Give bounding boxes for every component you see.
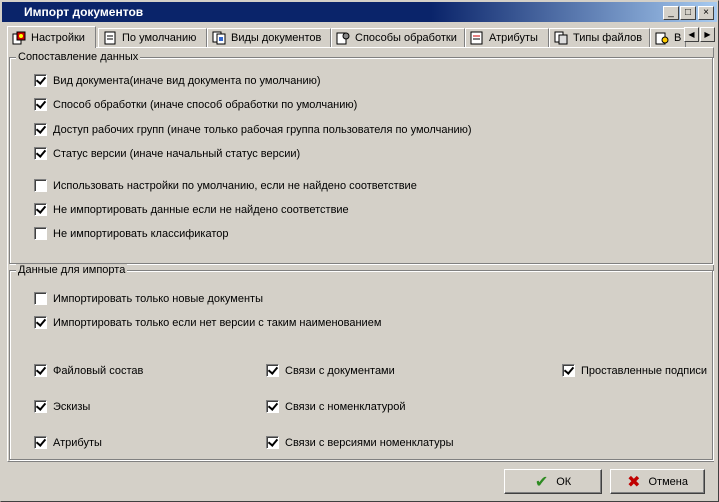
window-title: Импорт документов: [24, 5, 144, 19]
documents-icon: [212, 31, 226, 45]
tab-defaults-label: По умолчанию: [122, 32, 197, 44]
checkbox-box[interactable]: [34, 74, 47, 87]
checkbox-box[interactable]: [34, 400, 47, 413]
checkbox-nomenclature-links[interactable]: Связи с номенклатурой: [266, 400, 406, 413]
checkbox-box[interactable]: [34, 123, 47, 136]
cancel-button[interactable]: ✖ Отмена: [610, 469, 705, 494]
checkbox-processing-method[interactable]: Способ обработки (иначе способ обработки…: [34, 98, 357, 111]
checkbox-no-version-same-name[interactable]: Импортировать только если нет версии с т…: [34, 316, 381, 329]
checkbox-attributes[interactable]: Атрибуты: [34, 436, 102, 449]
group-import-data-title: Данные для импорта: [16, 264, 128, 276]
checkbox-label: Способ обработки (иначе способ обработки…: [53, 98, 358, 111]
checkbox-box[interactable]: [562, 364, 575, 377]
checkbox-box[interactable]: [266, 436, 279, 449]
cross-icon: ✖: [627, 473, 641, 491]
checkbox-skip-classifier[interactable]: Не импортировать классификатор: [34, 227, 229, 240]
checkbox-label: Статус версии (иначе начальный статус ве…: [53, 147, 301, 160]
maximize-button[interactable]: □: [680, 6, 696, 20]
tab-processing-label: Способы обработки: [355, 32, 457, 44]
tab-scroll-left-button[interactable]: ◀: [684, 27, 699, 42]
checkbox-label: Связи с номенклатурой: [285, 400, 406, 413]
tab-document-types-label: Виды документов: [231, 32, 322, 44]
checkbox-label: Использовать настройки по умолчанию, есл…: [53, 179, 417, 192]
checkbox-label: Не импортировать классификатор: [53, 227, 229, 240]
checkbox-label: Файловый состав: [53, 364, 144, 377]
checkbox-label: Не импортировать данные если не найдено …: [53, 203, 349, 216]
minimize-button[interactable]: _: [663, 6, 679, 20]
checkbox-box[interactable]: [266, 364, 279, 377]
checkbox-signatures[interactable]: Проставленные подписи: [562, 364, 707, 377]
checkbox-box[interactable]: [266, 400, 279, 413]
tab-document-types[interactable]: Виды документов: [207, 28, 331, 47]
checkbox-label: Связи с документами: [285, 364, 395, 377]
checkbox-box[interactable]: [34, 292, 47, 305]
document-icon: [103, 31, 117, 45]
title-bar[interactable]: Импорт документов _ □ ×: [2, 2, 717, 22]
checkbox-label: Эскизы: [53, 400, 91, 413]
tab-defaults[interactable]: По умолчанию: [98, 28, 207, 47]
tab-strip: Настройки По умолчанию Виды документов С…: [7, 26, 717, 48]
checkbox-version-status[interactable]: Статус версии (иначе начальный статус ве…: [34, 147, 300, 160]
checkbox-label: Импортировать только новые документы: [53, 292, 263, 305]
import-documents-window: Импорт документов _ □ × Настройки По умо…: [0, 0, 719, 502]
checkbox-box[interactable]: [34, 227, 47, 240]
checkbox-label: Проставленные подписи: [581, 364, 708, 377]
checkbox-label: Атрибуты: [53, 436, 102, 449]
checkbox-workgroup-access[interactable]: Доступ рабочих групп (иначе только рабоч…: [34, 123, 472, 136]
checkbox-label: Импортировать только если нет версии с т…: [53, 316, 382, 329]
tab-settings-label: Настройки: [31, 31, 85, 44]
ok-button[interactable]: ✔ ОК: [504, 469, 602, 494]
checkbox-box[interactable]: [34, 179, 47, 192]
checkbox-box[interactable]: [34, 98, 47, 111]
tab-scroll-right-button[interactable]: ▶: [700, 27, 715, 42]
checkbox-document-links[interactable]: Связи с документами: [266, 364, 395, 377]
versions-icon: [655, 31, 669, 45]
checkbox-box[interactable]: [34, 436, 47, 449]
checkbox-use-defaults[interactable]: Использовать настройки по умолчанию, есл…: [34, 179, 417, 192]
group-data-mapping: Сопоставление данных Вид документа(иначе…: [9, 51, 713, 264]
checkbox-skip-unmatched[interactable]: Не импортировать данные если не найдено …: [34, 203, 349, 216]
close-button[interactable]: ×: [698, 6, 714, 20]
group-import-data: Данные для импорта Импортировать только …: [9, 264, 713, 460]
file-types-icon: [554, 31, 568, 45]
checkbox-document-type[interactable]: Вид документа(иначе вид документа по умо…: [34, 74, 321, 87]
checkbox-label: Доступ рабочих групп (иначе только рабоч…: [53, 123, 472, 136]
tab-attributes-label: Атрибуты: [489, 32, 538, 44]
tab-versions[interactable]: В: [650, 28, 686, 47]
check-icon: ✔: [534, 473, 549, 491]
tab-file-types[interactable]: Типы файлов: [549, 28, 650, 47]
checkbox-file-composition[interactable]: Файловый состав: [34, 364, 143, 377]
checkbox-nomenclature-version-links[interactable]: Связи с версиями номенклатуры: [266, 436, 453, 449]
checkbox-label: Связи с версиями номенклатуры: [285, 436, 454, 449]
tab-versions-label: В: [674, 32, 682, 44]
group-data-mapping-title: Сопоставление данных: [16, 51, 141, 63]
checkbox-sketches[interactable]: Эскизы: [34, 400, 90, 413]
settings-panel: Сопоставление данных Вид документа(иначе…: [7, 47, 714, 462]
cancel-button-label: Отмена: [648, 475, 688, 488]
tab-attributes[interactable]: Атрибуты: [465, 28, 549, 47]
checkbox-box[interactable]: [34, 203, 47, 216]
checkbox-box[interactable]: [34, 147, 47, 160]
checkbox-label: Вид документа(иначе вид документа по умо…: [53, 74, 321, 87]
checkbox-new-documents-only[interactable]: Импортировать только новые документы: [34, 292, 263, 305]
tab-processing[interactable]: Способы обработки: [331, 28, 465, 47]
checkbox-box[interactable]: [34, 316, 47, 329]
settings-icon: [12, 31, 26, 45]
tab-settings[interactable]: Настройки: [7, 26, 96, 48]
checkbox-box[interactable]: [34, 364, 47, 377]
ok-button-label: ОК: [556, 475, 572, 488]
attributes-icon: [470, 31, 484, 45]
processing-icon: [336, 31, 350, 45]
tab-file-types-label: Типы файлов: [573, 32, 643, 44]
